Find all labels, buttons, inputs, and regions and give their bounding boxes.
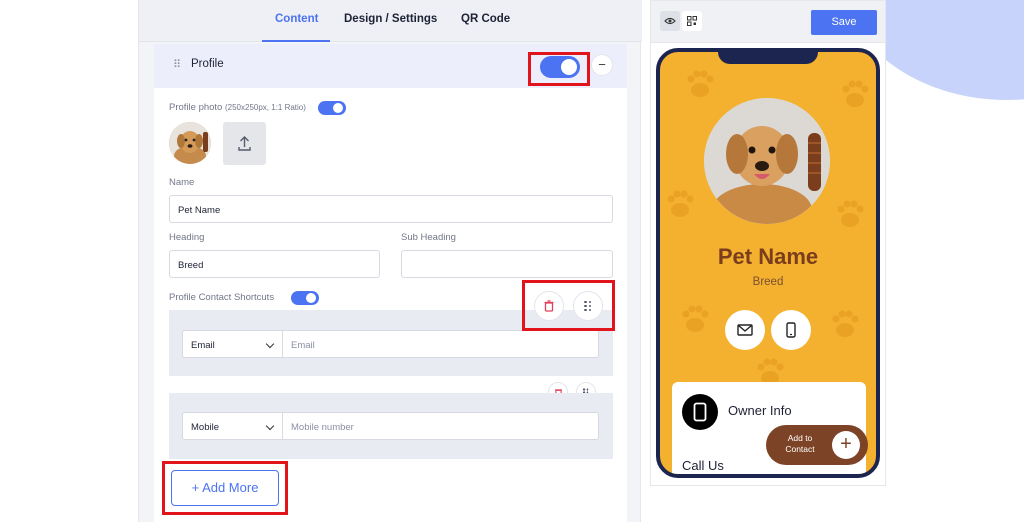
add-more-label: Add More [202, 480, 259, 495]
pet-breed-text: Breed [752, 276, 784, 288]
profile-photo-hint: (250x250px, 1:1 Ratio) [224, 103, 306, 112]
profile-photo-toggle[interactable] [318, 101, 346, 115]
app-screen: Content Design / Settings QR Code ⠿ Prof… [0, 0, 1024, 522]
name-label: Name [169, 177, 195, 188]
upload-icon [238, 136, 251, 151]
qr-mode-button[interactable] [682, 11, 702, 31]
phone-notch [718, 52, 818, 64]
profile-section-title: Profile [191, 58, 224, 70]
profile-section-header: ⠿ Profile − [154, 44, 627, 88]
pet-name-heading: Pet Name [717, 244, 819, 269]
add-to-contact-label: Add to Contact [785, 433, 815, 454]
chevron-down-icon [265, 421, 275, 431]
preview-mode-button[interactable] [660, 11, 680, 31]
delete-shortcut-button[interactable] [534, 291, 564, 321]
eye-icon [664, 17, 676, 25]
subheading-input[interactable] [401, 250, 613, 278]
toggle-knob [333, 103, 343, 113]
phone-preview: Pet Name Breed Owner Info Call Us Add to… [656, 48, 880, 478]
trash-icon [544, 300, 554, 312]
pet-avatar [704, 98, 830, 224]
drag-handle-icon[interactable]: ⠿ [173, 58, 181, 71]
tab-bar: Content Design / Settings QR Code [139, 0, 642, 42]
save-button[interactable]: Save [811, 10, 877, 35]
mail-icon [737, 324, 753, 336]
shortcut-card-mobile: Mobile Mobile number [169, 393, 613, 459]
upload-photo-button[interactable] [223, 122, 266, 165]
toggle-knob [561, 59, 577, 75]
qr-icon [687, 16, 697, 26]
shortcuts-label: Profile Contact Shortcuts [169, 292, 275, 303]
grip-icon [584, 300, 592, 312]
add-to-contact-button[interactable]: Add to Contact + [766, 425, 868, 465]
email-field[interactable]: Email [283, 330, 599, 358]
heading-label: Heading [169, 232, 205, 243]
tab-design-settings[interactable]: Design / Settings [344, 13, 437, 25]
profile-photo-thumbnail[interactable] [169, 122, 211, 164]
dog-photo-icon [169, 122, 211, 164]
shortcut-type-select[interactable]: Mobile [182, 412, 283, 440]
heading-input[interactable]: Breed [169, 250, 380, 278]
chevron-down-icon [265, 339, 275, 349]
owner-info-title: Owner Info [728, 403, 792, 418]
shortcut-type-value: Mobile [191, 422, 219, 433]
active-tab-indicator [262, 40, 330, 42]
add-more-button[interactable]: + Add More [171, 470, 279, 506]
tab-qr-code[interactable]: QR Code [461, 13, 510, 25]
mobile-shortcut-button[interactable] [771, 310, 811, 350]
toggle-knob [306, 293, 316, 303]
preview-toolbar: Save [651, 1, 885, 43]
profile-section-toggle[interactable] [540, 56, 580, 78]
mobile-icon [786, 322, 796, 338]
mobile-field[interactable]: Mobile number [283, 412, 599, 440]
shortcut-type-value: Email [191, 340, 215, 351]
plus-icon: + [191, 480, 200, 495]
mobile-icon [693, 402, 707, 422]
call-us-label[interactable]: Call Us [682, 458, 724, 473]
dog-photo-icon [704, 98, 830, 224]
profile-section: ⠿ Profile − Profile photo (250x250px, 1:… [154, 44, 627, 522]
subheading-label: Sub Heading [401, 232, 456, 243]
profile-photo-label: Profile photo (250x250px, 1:1 Ratio) [169, 102, 306, 113]
plus-icon: + [832, 431, 860, 459]
shortcut-type-select[interactable]: Email [182, 330, 283, 358]
shortcuts-toggle[interactable] [291, 291, 319, 305]
owner-info-icon [682, 394, 718, 430]
tab-content[interactable]: Content [275, 13, 318, 25]
profile-photo-label-text: Profile photo [169, 102, 223, 113]
editor-panel: Content Design / Settings QR Code ⠿ Prof… [138, 0, 642, 522]
name-input[interactable]: Pet Name [169, 195, 613, 223]
collapse-button[interactable]: − [591, 54, 613, 76]
reorder-shortcut-button[interactable] [573, 291, 603, 321]
email-shortcut-button[interactable] [725, 310, 765, 350]
